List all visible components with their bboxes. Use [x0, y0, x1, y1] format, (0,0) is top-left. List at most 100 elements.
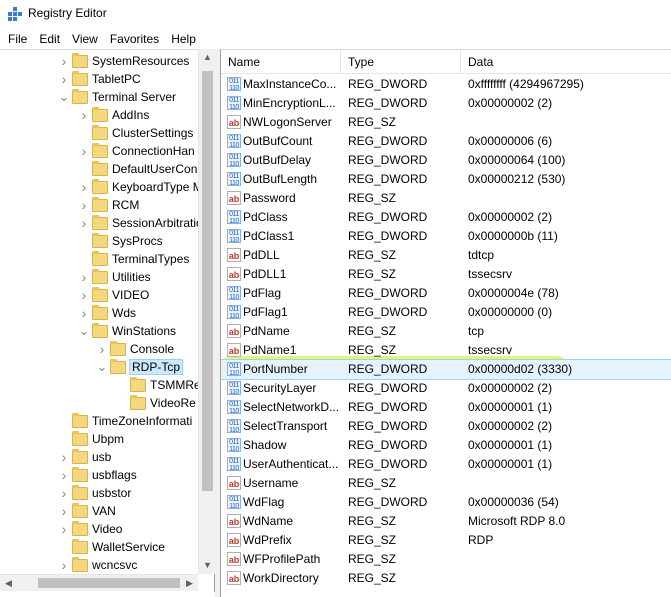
- tree-item[interactable]: › SessionArbitratio: [78, 214, 203, 232]
- value-row[interactable]: 011 110 SelectTransport REG_DWORD 0x00000002…: [221, 417, 671, 436]
- value-row[interactable]: ab Password REG_SZ: [221, 189, 671, 208]
- tree-horizontal-scrollbar[interactable]: ◀ ▶: [0, 574, 198, 591]
- tree-item[interactable]: VideoRe: [116, 394, 196, 412]
- tree-item[interactable]: TerminalTypes: [78, 250, 189, 268]
- chevron-right-icon[interactable]: ›: [58, 448, 70, 466]
- chevron-right-icon[interactable]: ›: [78, 196, 90, 214]
- chevron-right-icon[interactable]: ›: [78, 178, 90, 196]
- scroll-right-icon[interactable]: ▶: [181, 575, 198, 592]
- scroll-down-icon[interactable]: ▼: [199, 557, 216, 574]
- value-row[interactable]: 011 110 PortNumber REG_DWORD 0x00000d02 (333…: [221, 359, 671, 380]
- value-row[interactable]: ab NWLogonServer REG_SZ: [221, 113, 671, 132]
- chevron-down-icon[interactable]: ⌄: [78, 322, 90, 340]
- column-header-name[interactable]: Name: [221, 50, 341, 74]
- tree-item[interactable]: › usbstor: [58, 484, 131, 502]
- value-row[interactable]: 011 110 SecurityLayer REG_DWORD 0x00000002 (…: [221, 379, 671, 398]
- menu-help[interactable]: Help: [165, 29, 202, 49]
- tree-item[interactable]: › Video: [58, 520, 122, 538]
- value-row[interactable]: 011 110 OutBufCount REG_DWORD 0x00000006 (6): [221, 132, 671, 151]
- chevron-right-icon[interactable]: ›: [78, 214, 90, 232]
- chevron-right-icon[interactable]: ›: [58, 556, 70, 574]
- tree-item[interactable]: › usb: [58, 448, 111, 466]
- tree-item[interactable]: › ConnectionHan: [78, 142, 195, 160]
- tree-item[interactable]: › SystemResources: [58, 52, 189, 70]
- value-row[interactable]: 011 110 PdClass REG_DWORD 0x00000002 (2): [221, 208, 671, 227]
- tree-item-label: Ubpm: [92, 432, 125, 446]
- tree-item[interactable]: › Utilities: [78, 268, 151, 286]
- tree-item[interactable]: ⌄ RDP-Tcp: [96, 358, 184, 376]
- chevron-right-icon[interactable]: ›: [58, 466, 70, 484]
- menu-file[interactable]: File: [2, 29, 33, 49]
- chevron-right-icon[interactable]: ›: [78, 106, 90, 124]
- chevron-right-icon[interactable]: ›: [58, 52, 70, 70]
- scroll-up-icon[interactable]: ▲: [199, 49, 216, 66]
- value-row[interactable]: ab WdPrefix REG_SZ RDP: [221, 531, 671, 550]
- tree-item[interactable]: SysProcs: [78, 232, 163, 250]
- tree-item[interactable]: › KeyboardType M: [78, 178, 203, 196]
- scroll-left-icon[interactable]: ◀: [0, 575, 17, 592]
- value-row[interactable]: ab PdDLL1 REG_SZ tssecsrv: [221, 265, 671, 284]
- value-row[interactable]: 011 110 MaxInstanceCo... REG_DWORD 0xfffffff…: [221, 75, 671, 94]
- value-row[interactable]: 011 110 OutBufLength REG_DWORD 0x00000212 (5…: [221, 170, 671, 189]
- tree-item[interactable]: › wcncsvc: [58, 556, 137, 574]
- value-row[interactable]: 011 110 PdClass1 REG_DWORD 0x0000000b (11): [221, 227, 671, 246]
- menu-edit[interactable]: Edit: [33, 29, 66, 49]
- value-row[interactable]: 011 110 PdFlag REG_DWORD 0x0000004e (78): [221, 284, 671, 303]
- tree-item[interactable]: TimeZoneInformati: [58, 412, 192, 430]
- chevron-right-icon[interactable]: ›: [78, 304, 90, 322]
- tree-item[interactable]: › AddIns: [78, 106, 149, 124]
- value-row[interactable]: 011 110 MinEncryptionL... REG_DWORD 0x000000…: [221, 94, 671, 113]
- tree-item[interactable]: ⌄ Terminal Server: [58, 88, 176, 106]
- tree-item[interactable]: ⌄ WinStations: [78, 322, 176, 340]
- chevron-right-icon[interactable]: ›: [96, 340, 108, 358]
- tree-vertical-scrollbar[interactable]: ▲ ▼: [198, 49, 215, 574]
- value-row[interactable]: ab PdName1 REG_SZ tssecsrv: [221, 341, 671, 360]
- tree-item[interactable]: › RCM: [78, 196, 139, 214]
- tree-item[interactable]: TSMMRe: [116, 376, 201, 394]
- chevron-right-icon[interactable]: ›: [58, 502, 70, 520]
- value-list[interactable]: Name Type Data 011 110 MaxInstanceCo... REG…: [220, 49, 671, 597]
- tree-item[interactable]: › Wds: [78, 304, 136, 322]
- menu-favorites[interactable]: Favorites: [104, 29, 165, 49]
- tree-item[interactable]: › VAN: [58, 502, 116, 520]
- value-row[interactable]: 011 110 WdFlag REG_DWORD 0x00000036 (54): [221, 493, 671, 512]
- value-name: PdFlag: [243, 286, 282, 300]
- value-row[interactable]: ab WdName REG_SZ Microsoft RDP 8.0: [221, 512, 671, 531]
- value-row[interactable]: ab WFProfilePath REG_SZ: [221, 550, 671, 569]
- chevron-right-icon[interactable]: ›: [58, 484, 70, 502]
- folder-icon: [72, 556, 88, 572]
- value-row[interactable]: ab Username REG_SZ: [221, 474, 671, 493]
- value-row[interactable]: 011 110 UserAuthenticat... REG_DWORD 0x00000…: [221, 455, 671, 474]
- chevron-right-icon[interactable]: ›: [58, 70, 70, 88]
- value-row[interactable]: ab WorkDirectory REG_SZ: [221, 569, 671, 588]
- tree-item[interactable]: › TabletPC: [58, 70, 141, 88]
- value-row[interactable]: 011 110 PdFlag1 REG_DWORD 0x00000000 (0): [221, 303, 671, 322]
- tree-item[interactable]: ClusterSettings: [78, 124, 193, 142]
- chevron-down-icon[interactable]: ⌄: [96, 358, 108, 376]
- tree-item[interactable]: › Console: [96, 340, 174, 358]
- key-tree[interactable]: › SystemResources › TabletPC ⌄ Terminal Serve…: [0, 49, 215, 592]
- value-row[interactable]: 011 110 OutBufDelay REG_DWORD 0x00000064 (10…: [221, 151, 671, 170]
- column-header-data[interactable]: Data: [461, 50, 671, 74]
- tree-item[interactable]: DefaultUserCon: [78, 160, 197, 178]
- tree-item[interactable]: Ubpm: [58, 430, 124, 448]
- value-row[interactable]: ab PdDLL REG_SZ tdtcp: [221, 246, 671, 265]
- tree-item-label: Video: [92, 522, 123, 536]
- chevron-right-icon[interactable]: ›: [78, 142, 90, 160]
- tree-item[interactable]: › usbflags: [58, 466, 137, 484]
- chevron-right-icon[interactable]: ›: [78, 286, 90, 304]
- value-row[interactable]: ab PdName REG_SZ tcp: [221, 322, 671, 341]
- tree-item[interactable]: › VIDEO: [78, 286, 149, 304]
- chevron-down-icon[interactable]: ⌄: [58, 88, 70, 106]
- value-row[interactable]: 011 110 Shadow REG_DWORD 0x00000001 (1): [221, 436, 671, 455]
- menu-view[interactable]: View: [66, 29, 104, 49]
- chevron-right-icon[interactable]: ›: [58, 520, 70, 538]
- tree-vscroll-thumb[interactable]: [202, 71, 213, 491]
- value-row[interactable]: 011 110 SelectNetworkD... REG_DWORD 0x000000…: [221, 398, 671, 417]
- tree-item[interactable]: WalletService: [58, 538, 165, 556]
- tree-item-label: TimeZoneInformati: [92, 414, 193, 428]
- value-data: 0x00000001 (1): [468, 438, 553, 452]
- chevron-right-icon[interactable]: ›: [78, 268, 90, 286]
- column-header-type[interactable]: Type: [341, 50, 461, 74]
- tree-hscroll-thumb[interactable]: [38, 578, 180, 588]
